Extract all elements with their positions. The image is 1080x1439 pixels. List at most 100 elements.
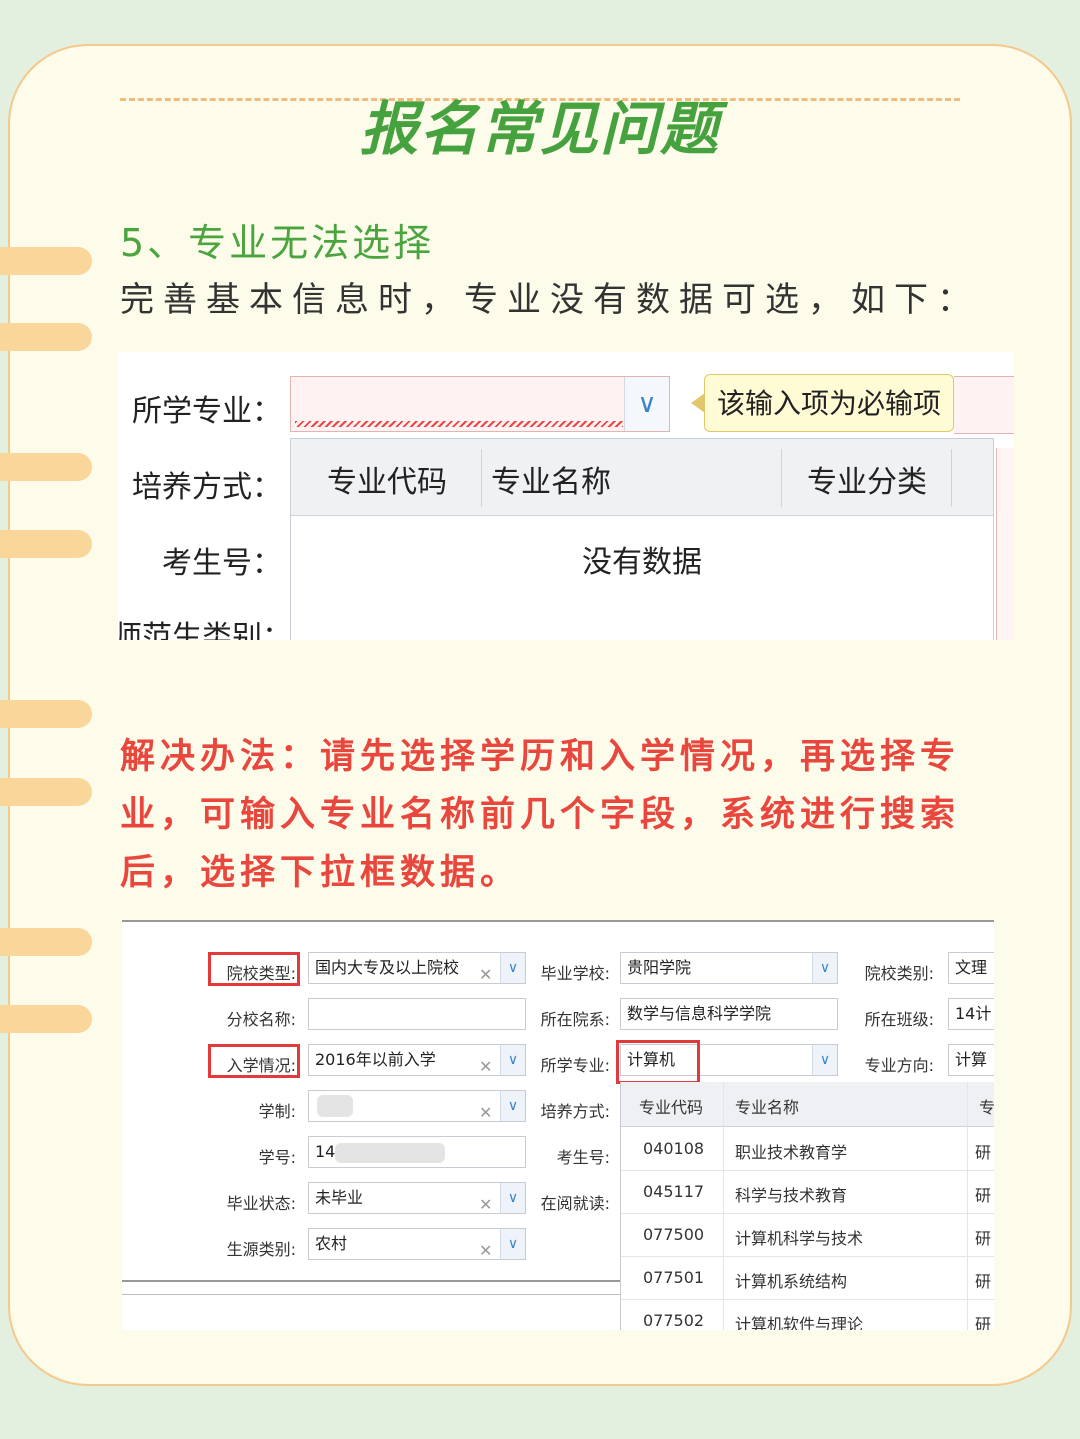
length-label: 学制: bbox=[258, 1102, 296, 1121]
row-code: 077502 bbox=[643, 1311, 705, 1330]
clear-icon[interactable]: ✕ bbox=[479, 1098, 492, 1121]
binder-tab bbox=[0, 530, 92, 558]
school-category-value: 文理 bbox=[955, 958, 988, 977]
row-code: 077500 bbox=[643, 1225, 705, 1244]
source-value: 农村 bbox=[315, 1234, 348, 1253]
clear-icon[interactable]: ✕ bbox=[479, 1236, 492, 1259]
column-name: 专业名称 bbox=[735, 1098, 800, 1117]
blurred-value bbox=[317, 1095, 353, 1117]
exam-no-label: 考生号: bbox=[556, 1148, 610, 1167]
row-category: 研 bbox=[975, 1143, 992, 1162]
column-separator bbox=[481, 449, 482, 507]
divider bbox=[122, 1294, 620, 1295]
clear-icon[interactable]: ✕ bbox=[479, 960, 492, 983]
direction-input[interactable]: 计算 bbox=[948, 1044, 994, 1076]
entry-select[interactable]: 2016年以前入学 ✕ ∨ bbox=[308, 1044, 526, 1076]
column-separator bbox=[781, 449, 782, 507]
table-row[interactable]: 077501 计算机系统结构 研 bbox=[621, 1256, 994, 1300]
binder-tab bbox=[0, 778, 92, 806]
school-type-select[interactable]: 国内大专及以上院校 ✕ ∨ bbox=[308, 952, 526, 984]
row-name: 计算机系统结构 bbox=[735, 1272, 848, 1291]
mode-label: 培养方式: bbox=[540, 1102, 610, 1121]
chevron-down-icon[interactable]: ∨ bbox=[500, 953, 525, 983]
adjacent-field[interactable] bbox=[954, 376, 1014, 434]
student-no-input[interactable]: 14 bbox=[308, 1136, 526, 1168]
chevron-down-icon[interactable]: ∨ bbox=[500, 1229, 525, 1259]
branch-input[interactable] bbox=[308, 998, 526, 1030]
major-dropdown: 专业代码 专业名称 专业分类 没有数据 bbox=[290, 438, 994, 640]
entry-value: 2016年以前入学 bbox=[315, 1050, 436, 1069]
chevron-down-icon[interactable]: ∨ bbox=[812, 953, 837, 983]
screenshot-form: 院校类型: 分校名称: 入学情况: 学制: 学号: 毕业状态: 生源类别: 国内… bbox=[122, 920, 994, 1330]
school-type-value: 国内大专及以上院校 bbox=[315, 958, 460, 977]
source-label: 生源类别: bbox=[226, 1240, 296, 1259]
section-heading: 5、专业无法选择 bbox=[120, 221, 435, 265]
student-no-label: 学号: bbox=[258, 1148, 296, 1167]
column-category: 专 bbox=[979, 1098, 994, 1117]
dept-label: 所在院系: bbox=[540, 1010, 610, 1029]
class-label: 所在班级: bbox=[864, 1010, 934, 1029]
grad-status-value: 未毕业 bbox=[315, 1188, 364, 1207]
table-row[interactable]: 040108 职业技术教育学 研 bbox=[621, 1127, 994, 1171]
highlight-box bbox=[616, 1040, 700, 1084]
school-category-input[interactable]: 文理 bbox=[948, 952, 994, 984]
chevron-down-icon[interactable]: ∨ bbox=[500, 1045, 525, 1075]
column-name: 专业名称 bbox=[491, 465, 611, 500]
studying-label: 在阅就读: bbox=[540, 1194, 610, 1213]
highlight-box bbox=[208, 952, 300, 986]
blurred-value bbox=[335, 1143, 445, 1163]
empty-message: 没有数据 bbox=[582, 545, 702, 580]
table-row[interactable]: 077502 计算机软件与理论 研 bbox=[621, 1299, 994, 1330]
class-input[interactable]: 14计 bbox=[948, 998, 994, 1030]
column-code: 专业代码 bbox=[327, 465, 447, 500]
source-select[interactable]: 农村 ✕ ∨ bbox=[308, 1228, 526, 1260]
normal-category-label: 师范生类别： bbox=[118, 620, 292, 640]
row-category: 研 bbox=[975, 1229, 992, 1248]
binder-tab bbox=[0, 928, 92, 956]
column-category: 专业分类 bbox=[807, 465, 927, 500]
row-category: 研 bbox=[975, 1272, 992, 1291]
grad-school-select[interactable]: 贵阳学院 ∨ bbox=[620, 952, 838, 984]
grad-status-select[interactable]: 未毕业 ✕ ∨ bbox=[308, 1182, 526, 1214]
divider bbox=[122, 1280, 620, 1282]
binder-tab bbox=[0, 247, 92, 275]
mode-label: 培养方式： bbox=[132, 470, 282, 505]
class-value: 14计 bbox=[955, 1004, 992, 1023]
description: 完善基本信息时，专业没有数据可选，如下： bbox=[120, 280, 980, 320]
row-name: 计算机科学与技术 bbox=[735, 1229, 864, 1248]
chevron-down-icon[interactable]: ∨ bbox=[500, 1091, 525, 1121]
column-code: 专业代码 bbox=[639, 1098, 704, 1117]
row-code: 045117 bbox=[643, 1182, 705, 1201]
clear-icon[interactable]: ✕ bbox=[479, 1052, 492, 1075]
dept-input[interactable]: 数学与信息科学学院 bbox=[620, 998, 838, 1030]
table-row[interactable]: 077500 计算机科学与技术 研 bbox=[621, 1213, 994, 1257]
major-combobox[interactable]: ∨ bbox=[290, 376, 670, 432]
chevron-down-icon[interactable]: ∨ bbox=[500, 1183, 525, 1213]
branch-label: 分校名称: bbox=[226, 1010, 296, 1029]
binder-tab bbox=[0, 700, 92, 728]
adjacent-fields bbox=[996, 448, 1014, 640]
row-name: 职业技术教育学 bbox=[735, 1143, 848, 1162]
grad-school-value: 贵阳学院 bbox=[627, 958, 692, 977]
chevron-down-icon[interactable]: ∨ bbox=[624, 377, 669, 431]
direction-value: 计算 bbox=[955, 1050, 988, 1069]
length-select[interactable]: ✕ ∨ bbox=[308, 1090, 526, 1122]
binder-tab bbox=[0, 323, 92, 351]
row-name: 计算机软件与理论 bbox=[735, 1315, 864, 1330]
page-title: 报名常见问题 bbox=[359, 95, 720, 163]
chevron-down-icon[interactable]: ∨ bbox=[812, 1045, 837, 1075]
dropdown-header: 专业代码 专业名称 专业分类 bbox=[291, 439, 993, 516]
dept-value: 数学与信息科学学院 bbox=[627, 1004, 772, 1023]
clear-icon[interactable]: ✕ bbox=[479, 1190, 492, 1213]
table-row[interactable]: 045117 科学与技术教育 研 bbox=[621, 1170, 994, 1214]
major-label: 所学专业： bbox=[132, 394, 282, 429]
exam-no-label: 考生号： bbox=[162, 546, 282, 581]
school-category-label: 院校类别: bbox=[864, 964, 934, 983]
binder-tab bbox=[0, 453, 92, 481]
highlight-box bbox=[208, 1044, 300, 1078]
solution-text: 解决办法：请先选择学历和入学情况，再选择专业，可输入专业名称前几个字段，系统进行… bbox=[120, 737, 961, 893]
major-dropdown-table: 专业代码 专业名称 专 040108 职业技术教育学 研 045117 科学与技… bbox=[620, 1082, 994, 1330]
required-tooltip: 该输入项为必输项 bbox=[691, 374, 954, 432]
row-code: 077501 bbox=[643, 1268, 705, 1287]
row-code: 040108 bbox=[643, 1139, 705, 1158]
